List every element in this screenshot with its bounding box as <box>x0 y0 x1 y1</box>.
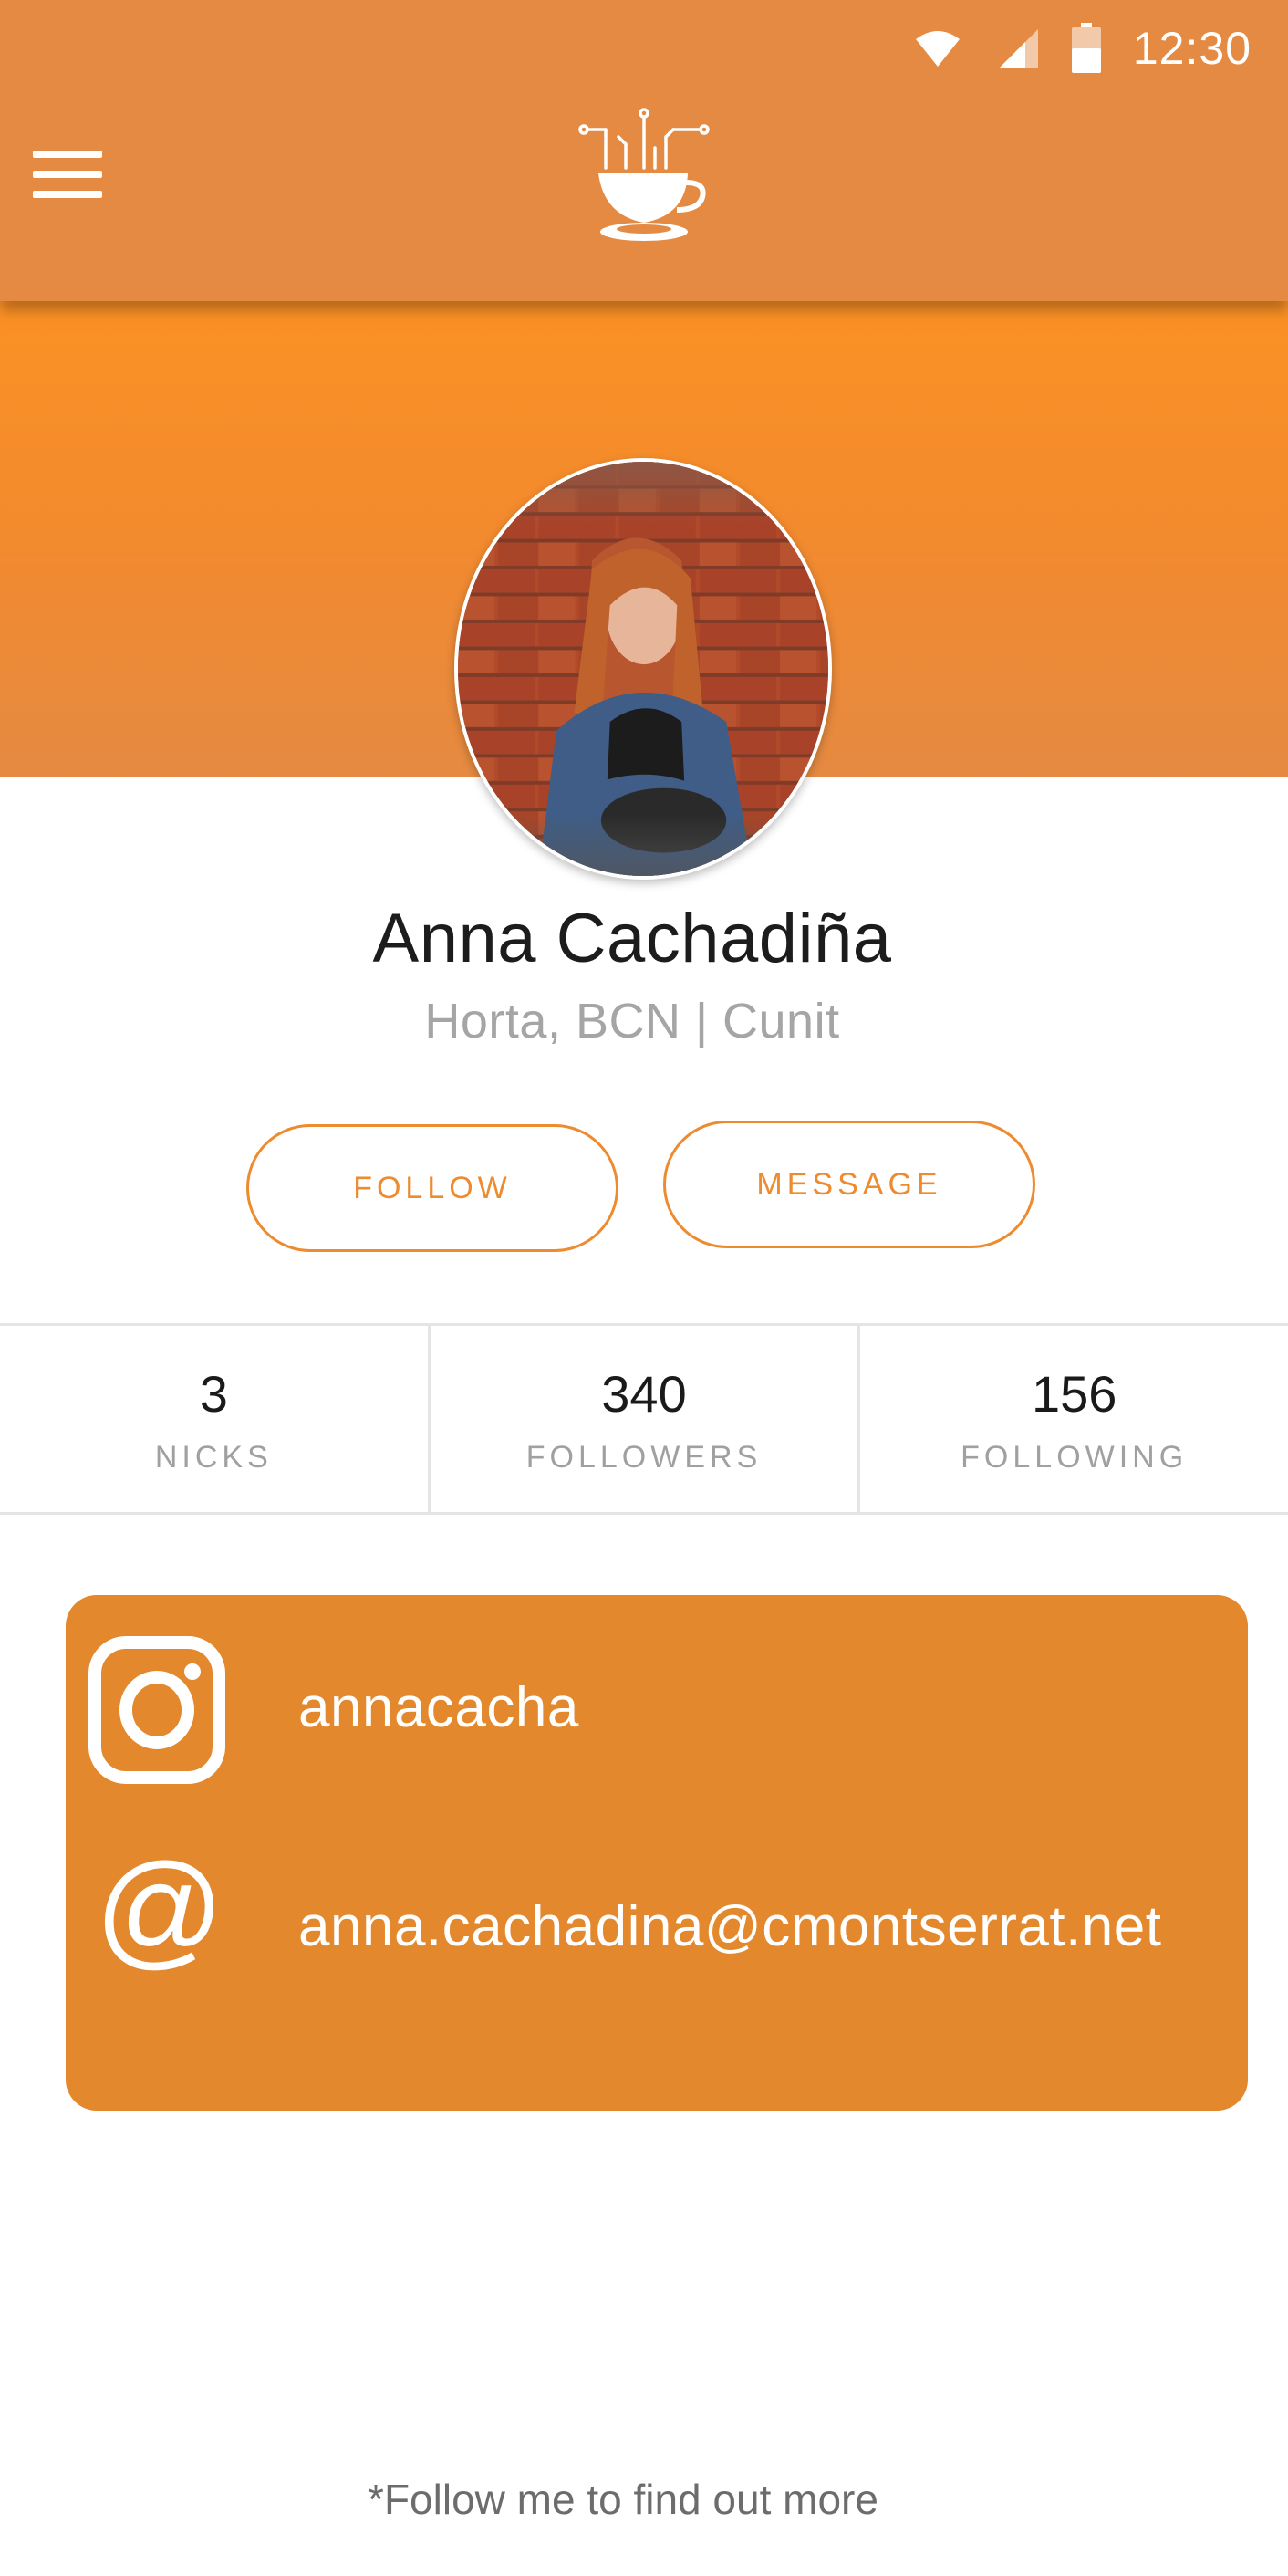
stat-value: 156 <box>1031 1365 1117 1423</box>
instagram-row[interactable]: annacacha <box>66 1632 1248 1796</box>
profile-avatar[interactable] <box>454 458 832 880</box>
email-address: anna.cachadina@cmontserrat.net <box>298 1895 1162 1958</box>
follow-button[interactable]: FOLLOW <box>246 1124 618 1252</box>
status-bar: 12:30 <box>914 16 1252 80</box>
stat-label: FOLLOWING <box>961 1440 1189 1475</box>
message-button[interactable]: MESSAGE <box>663 1121 1035 1248</box>
profile-name: Anna Cachadiña <box>372 900 892 977</box>
stat-value: 340 <box>601 1365 687 1423</box>
contact-card: annacacha @ anna.cachadina@cmontserrat.n… <box>66 1595 1248 2111</box>
wifi-icon <box>915 31 960 67</box>
instagram-handle: annacacha <box>298 1676 579 1739</box>
instagram-icon <box>88 1636 225 1784</box>
stat-nicks[interactable]: 3 NICKS <box>0 1326 428 1512</box>
stat-following[interactable]: 156 FOLLOWING <box>857 1326 1288 1512</box>
battery-icon <box>1071 23 1101 73</box>
status-time: 12:30 <box>1132 23 1252 74</box>
coffee-cup-logo-icon <box>578 108 710 241</box>
at-sign-icon: @ <box>102 1851 217 1978</box>
profile-location: Horta, BCN | Cunit <box>424 994 840 1048</box>
profile-stats: 3 NICKS 340 FOLLOWERS 156 FOLLOWING <box>0 1323 1288 1515</box>
stat-label: FOLLOWERS <box>525 1440 763 1475</box>
hamburger-menu-icon[interactable] <box>33 151 106 209</box>
signal-icon <box>999 29 1038 68</box>
email-row[interactable]: @ anna.cachadina@cmontserrat.net <box>66 1851 1248 2015</box>
svg-text:@: @ <box>102 1851 217 1978</box>
avatar-photo <box>458 462 828 876</box>
stat-label: NICKS <box>154 1440 273 1475</box>
profile-screen: 12:30 Anna Cachadiña Horta, BCN | Cunit … <box>0 0 1288 2576</box>
app-bar: 12:30 <box>0 0 1288 301</box>
stat-value: 3 <box>199 1365 228 1423</box>
stat-followers[interactable]: 340 FOLLOWERS <box>427 1326 858 1512</box>
footer-note: *Follow me to find out more <box>368 2476 878 2523</box>
